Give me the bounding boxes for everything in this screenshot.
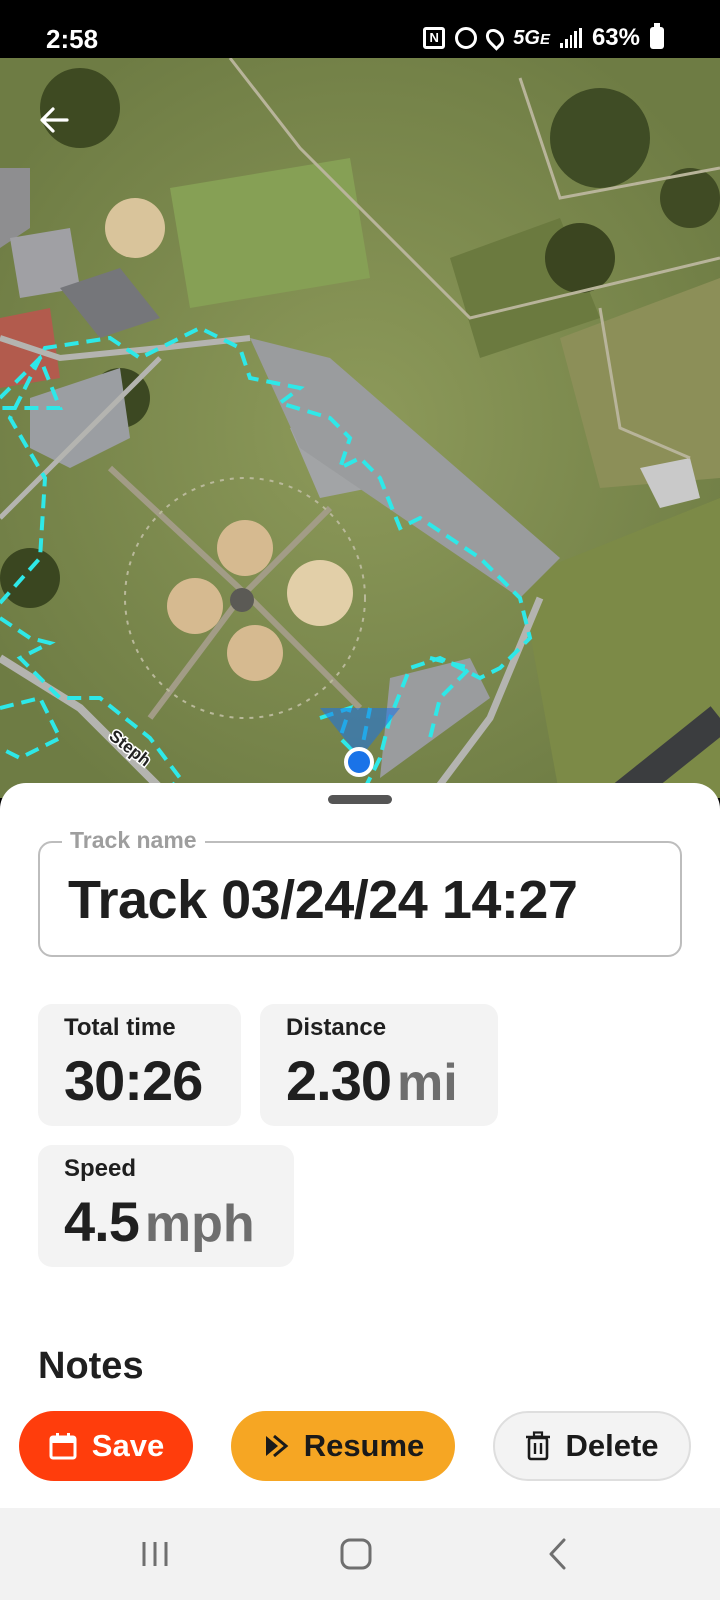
- network-label: 5GE: [513, 26, 550, 49]
- battery-percent: 63%: [591, 24, 640, 51]
- home-icon: [340, 1538, 372, 1570]
- current-location-dot: [344, 747, 374, 777]
- arrow-left-icon: [40, 107, 69, 133]
- speed-label: Speed: [64, 1155, 137, 1182]
- alarm-icon: [455, 27, 478, 49]
- track-name-label: Track name: [62, 827, 205, 854]
- total-time-value: 30:26: [64, 1049, 203, 1112]
- track-details-sheet: Track name Track 03/24/24 14:27 Total ti…: [0, 783, 720, 1508]
- distance-label: Distance: [286, 1014, 387, 1041]
- recents-button[interactable]: [125, 1530, 185, 1578]
- status-icons: N 5GE 63%: [423, 23, 664, 52]
- status-bar: 2:58 N 5GE 63%: [0, 0, 720, 58]
- resume-label: Resume: [303, 1428, 425, 1463]
- back-button[interactable]: [30, 96, 78, 144]
- map-view[interactable]: Steph: [0, 58, 720, 798]
- battery-icon: [650, 23, 664, 49]
- track-name-input[interactable]: Track 03/24/24 14:27: [68, 869, 578, 931]
- distance-value: 2.30: [286, 1049, 392, 1112]
- distance-card: Distance 2.30 mi: [260, 1004, 498, 1126]
- delete-label: Delete: [565, 1428, 659, 1463]
- recents-icon: [142, 1542, 168, 1566]
- speed-value: 4.5: [64, 1190, 140, 1253]
- distance-unit: mi: [397, 1054, 458, 1112]
- home-button[interactable]: [326, 1530, 386, 1578]
- drag-handle[interactable]: [328, 795, 392, 804]
- calendar-icon: [49, 1433, 77, 1460]
- location-icon: [482, 25, 508, 51]
- speed-card: Speed 4.5 mph: [38, 1145, 294, 1267]
- trash-icon: [526, 1431, 551, 1461]
- speed-unit: mph: [144, 1195, 255, 1253]
- status-time: 2:58: [46, 24, 99, 54]
- save-label: Save: [91, 1428, 165, 1463]
- system-nav-bar: [0, 1508, 720, 1600]
- track-name-field[interactable]: Track name Track 03/24/24 14:27: [38, 827, 682, 957]
- save-button[interactable]: Save: [19, 1411, 193, 1481]
- delete-button[interactable]: Delete: [493, 1411, 691, 1481]
- nfc-icon: N: [423, 27, 446, 49]
- back-chevron-icon: [549, 1538, 566, 1570]
- resume-button[interactable]: Resume: [231, 1411, 455, 1481]
- satellite-map: Steph: [0, 58, 720, 798]
- nav-back-button[interactable]: [528, 1530, 588, 1578]
- total-time-label: Total time: [64, 1014, 176, 1041]
- notes-heading: Notes: [38, 1345, 144, 1387]
- play-step-icon: [265, 1434, 289, 1458]
- total-time-card: Total time 30:26: [38, 1004, 241, 1126]
- signal-icon: [559, 28, 582, 48]
